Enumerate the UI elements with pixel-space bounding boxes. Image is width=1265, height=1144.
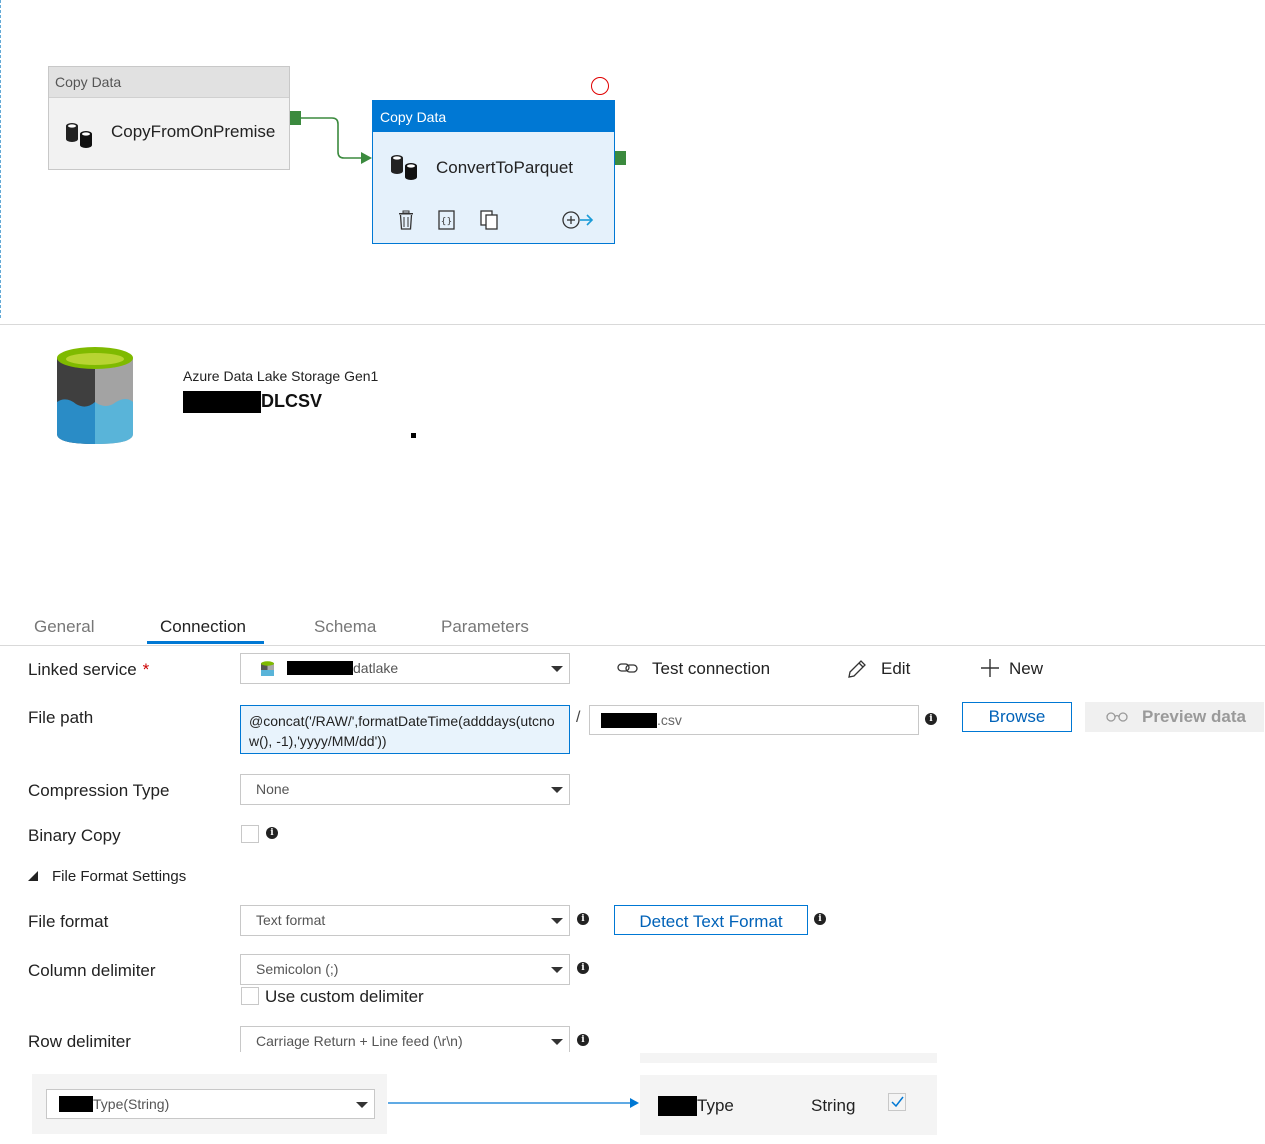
stray-pixel	[411, 433, 416, 438]
dataset-type-label: Azure Data Lake Storage Gen1	[183, 368, 379, 384]
source-column-select[interactable]: Type(String)	[46, 1089, 375, 1119]
checkmark-icon	[891, 1096, 904, 1108]
use-custom-delimiter-checkbox[interactable]	[241, 987, 259, 1005]
chevron-down-icon	[551, 666, 563, 672]
copy-data-icon	[391, 155, 417, 180]
canvas-left-edge	[0, 0, 1, 318]
new-button[interactable]: New	[1009, 659, 1043, 679]
glasses-icon	[1106, 712, 1128, 722]
row-delimiter-value: Carriage Return + Line feed (\r\n)	[256, 1033, 463, 1049]
file-format-settings-header[interactable]: File Format Settings	[52, 868, 186, 885]
chevron-down-icon	[356, 1102, 368, 1108]
column-delimiter-label: Column delimiter	[28, 961, 156, 980]
copy-data-icon	[66, 123, 92, 148]
dataset-name: DLCSV	[183, 391, 323, 414]
chevron-down-icon	[551, 918, 563, 924]
data-lake-storage-icon	[57, 347, 133, 444]
delete-icon[interactable]	[395, 209, 417, 231]
pipeline-canvas[interactable]: Copy Data CopyFromOnPremise Copy Data Co…	[0, 0, 1265, 325]
mapping-arrow	[388, 1098, 639, 1108]
folder-path-input[interactable]: @concat('/RAW/',formatDateTime(adddays(u…	[240, 705, 570, 754]
row-delimiter-label: Row delimiter	[28, 1032, 131, 1051]
compression-type-value: None	[256, 781, 290, 797]
file-format-value: Text format	[256, 912, 326, 928]
activity-type-label: Copy Data	[49, 67, 289, 98]
edit-icon	[848, 660, 866, 678]
tab-schema[interactable]: Schema	[314, 617, 376, 637]
detect-text-format-button[interactable]: Detect Text Format	[614, 905, 808, 935]
use-custom-delimiter-label: Use custom delimiter	[265, 987, 424, 1006]
link-icon	[617, 663, 638, 673]
preview-data-label: Preview data	[1142, 707, 1246, 726]
compression-type-label: Compression Type	[28, 781, 170, 800]
column-delimiter-value: Semicolon (;)	[256, 961, 339, 977]
tab-parameters[interactable]: Parameters	[441, 617, 529, 637]
activity-connector-arrow	[301, 117, 372, 164]
linked-service-select[interactable]: datlake	[240, 653, 570, 684]
data-lake-storage-icon	[261, 661, 274, 676]
info-icon[interactable]: i	[577, 962, 589, 974]
path-separator: /	[576, 709, 581, 726]
include-column-checkbox[interactable]	[888, 1093, 906, 1111]
binary-copy-checkbox[interactable]	[241, 825, 259, 843]
add-icon	[981, 659, 999, 677]
preview-data-button[interactable]: Preview data	[1085, 702, 1264, 732]
tab-connection[interactable]: Connection	[160, 617, 246, 637]
add-output-icon[interactable]	[561, 209, 595, 231]
required-mark: *	[142, 660, 150, 679]
activity-copy-from-onpremise[interactable]: Copy Data CopyFromOnPremise	[48, 66, 290, 170]
binary-copy-label: Binary Copy	[28, 826, 121, 845]
svg-text:{}: {}	[441, 217, 452, 227]
file-format-select[interactable]: Text format	[240, 905, 570, 936]
test-connection-button[interactable]: Test connection	[652, 659, 770, 679]
info-icon[interactable]: i	[577, 1034, 589, 1046]
browse-button[interactable]: Browse	[962, 702, 1072, 732]
redacted-text	[183, 391, 261, 414]
redacted-text	[59, 1096, 93, 1112]
source-column-value: Type(String)	[93, 1096, 170, 1112]
info-icon[interactable]: i	[266, 827, 278, 839]
redacted-text	[287, 661, 353, 675]
code-icon[interactable]: {}	[436, 209, 458, 231]
collapse-triangle-icon[interactable]	[27, 870, 39, 882]
info-icon[interactable]: i	[814, 913, 826, 925]
file-format-label: File format	[28, 912, 109, 931]
redacted-text	[601, 713, 657, 728]
mapping-header-band	[640, 1053, 937, 1063]
target-column-name: Type	[697, 1096, 734, 1115]
info-icon[interactable]: i	[925, 713, 937, 725]
activity-name: ConvertToParquet	[436, 158, 574, 177]
activity-convert-to-parquet[interactable]: Copy Data ConvertToParquet {}	[372, 100, 615, 244]
linked-service-label: Linked service *	[28, 660, 150, 679]
tab-general[interactable]: General	[34, 617, 94, 637]
validation-error-icon[interactable]	[591, 77, 609, 95]
chevron-down-icon	[551, 967, 563, 973]
target-column-type: String	[811, 1096, 856, 1115]
info-icon[interactable]: i	[577, 913, 589, 925]
file-name-value: .csv	[657, 712, 682, 728]
chevron-down-icon	[551, 787, 563, 793]
linked-service-value: datlake	[353, 660, 399, 676]
compression-type-select[interactable]: None	[240, 774, 570, 805]
column-delimiter-select[interactable]: Semicolon (;)	[240, 954, 570, 985]
edit-button[interactable]: Edit	[881, 659, 910, 679]
dataset-name-suffix: DLCSV	[261, 391, 323, 411]
activity-name: CopyFromOnPremise	[111, 122, 276, 141]
chevron-down-icon	[551, 1039, 563, 1045]
activity-type-label: Copy Data	[373, 101, 614, 132]
redacted-text	[658, 1096, 697, 1116]
row-delimiter-select[interactable]: Carriage Return + Line feed (\r\n)	[240, 1026, 570, 1052]
panel-divider	[0, 324, 1265, 325]
success-output-port[interactable]	[615, 151, 626, 165]
active-tab-indicator	[147, 641, 264, 644]
file-name-input[interactable]: .csv	[589, 705, 919, 735]
file-path-label: File path	[28, 708, 94, 727]
clone-icon[interactable]	[478, 209, 500, 231]
